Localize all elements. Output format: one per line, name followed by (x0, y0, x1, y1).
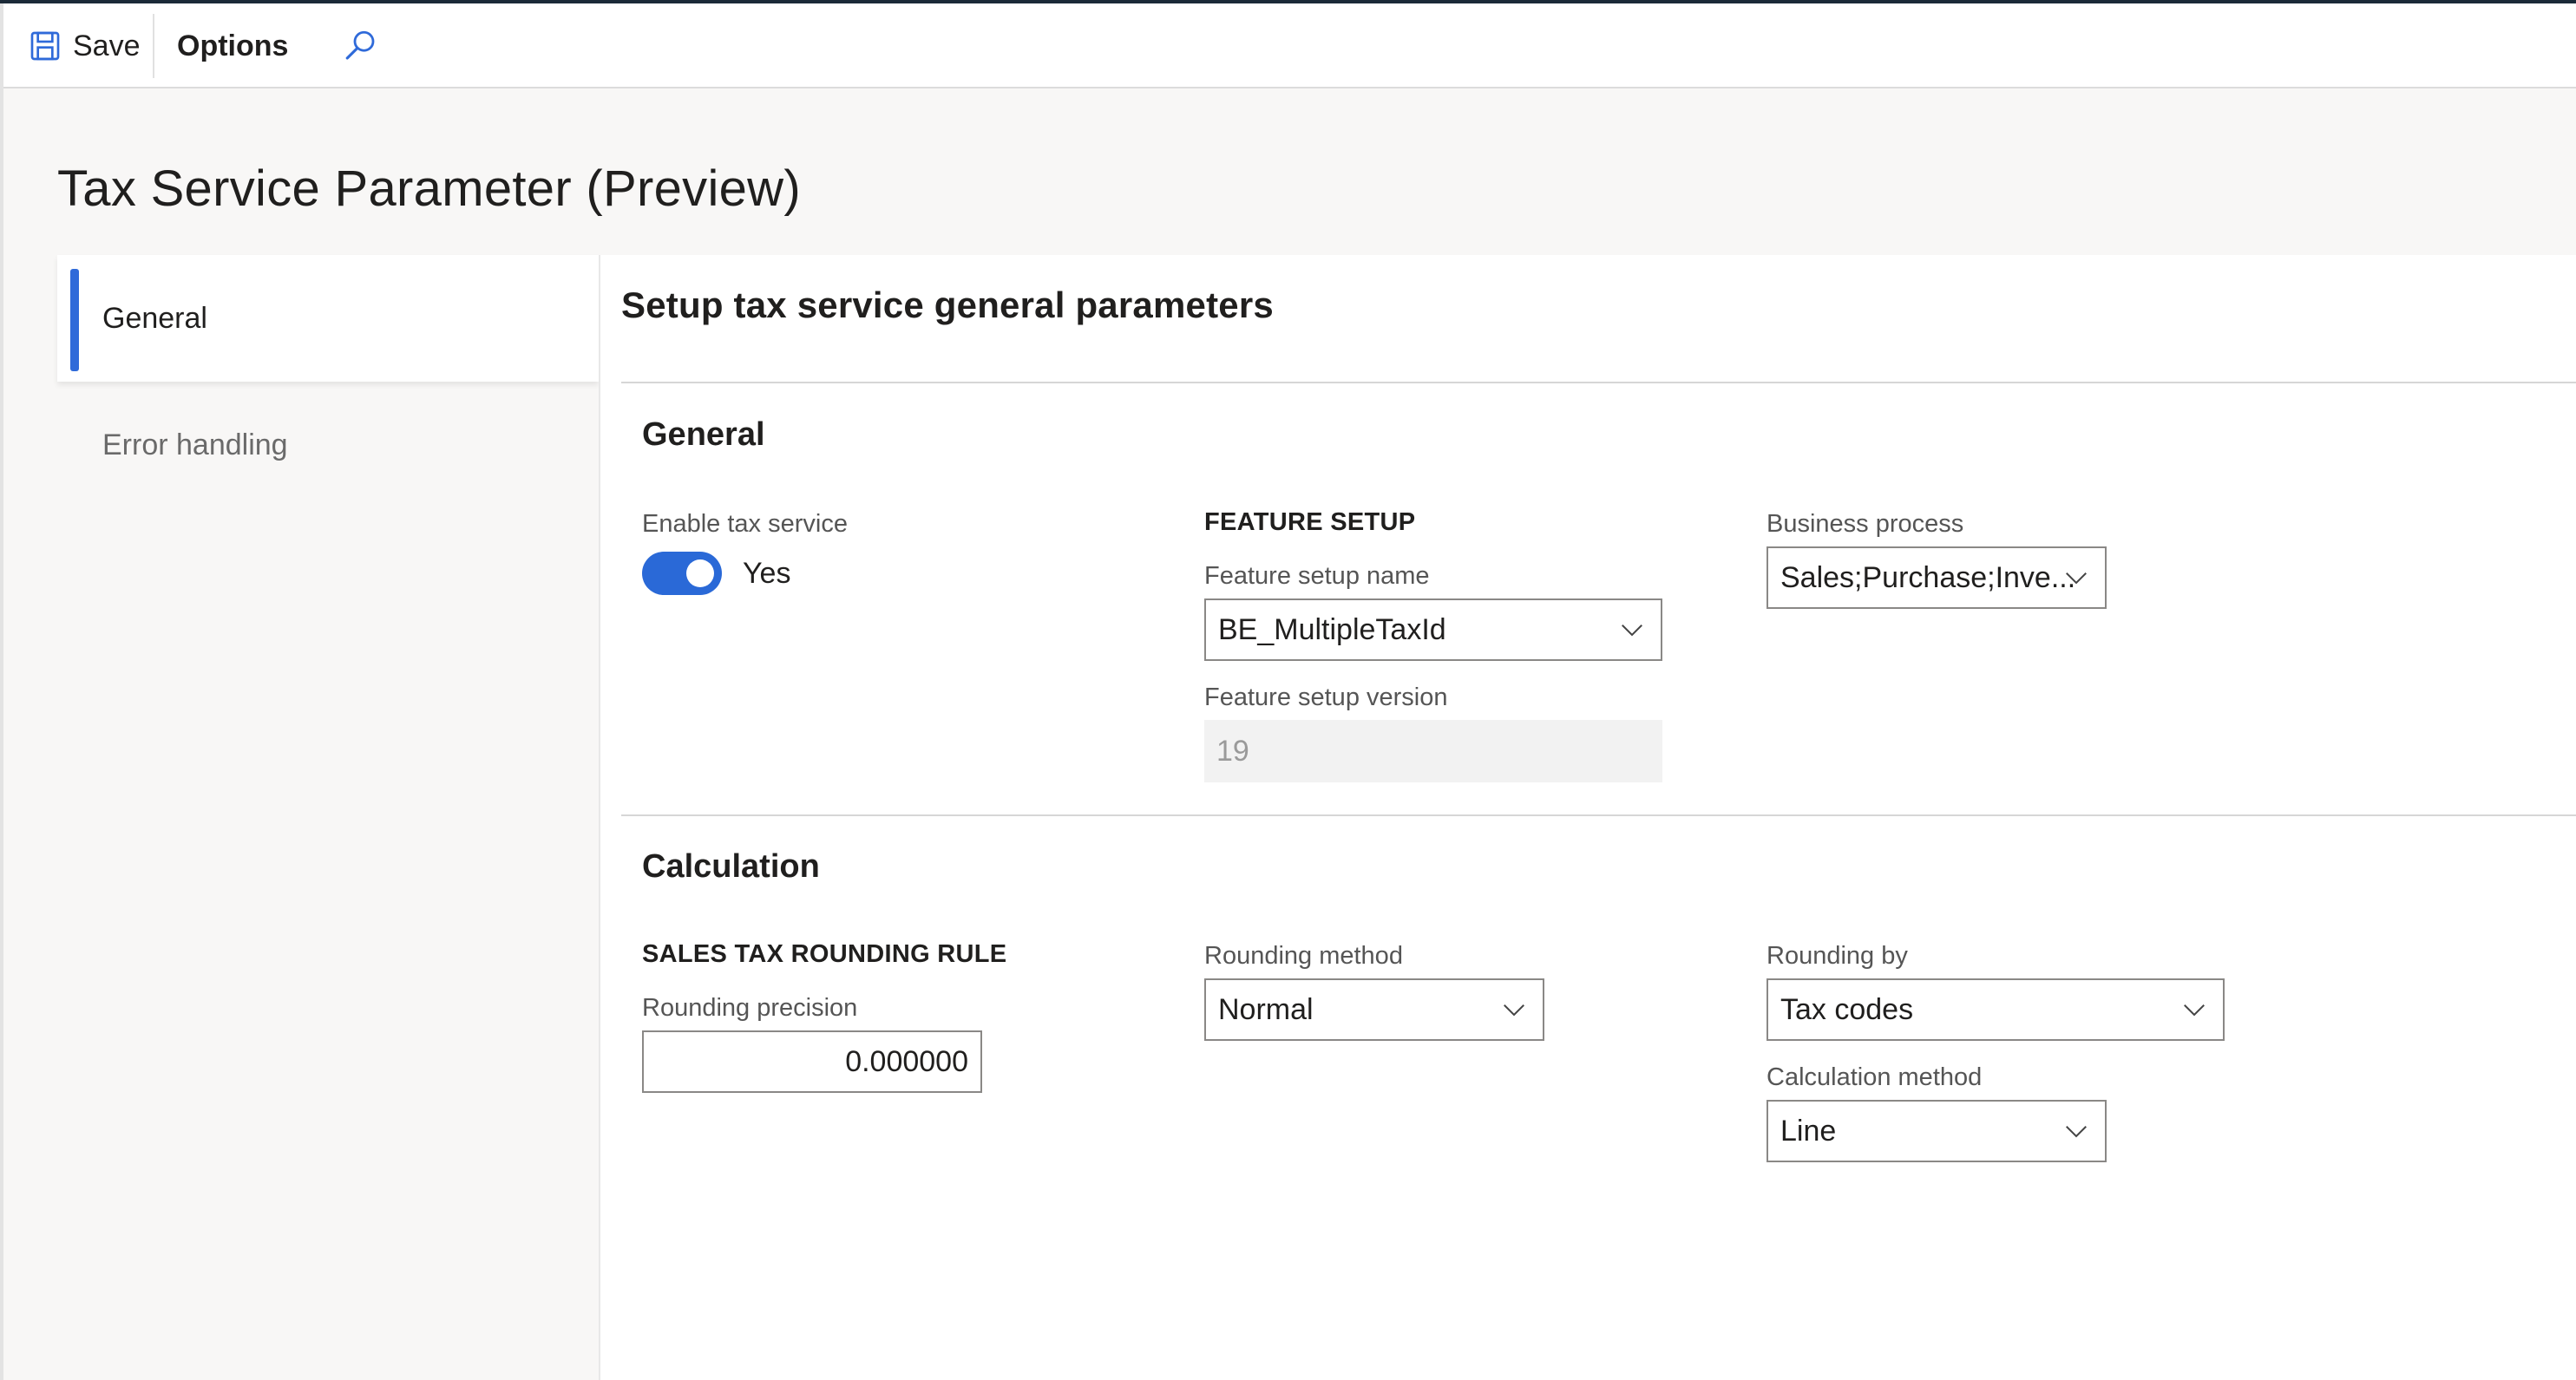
rounding-precision-label: Rounding precision (642, 994, 858, 1022)
options-button[interactable]: Options (177, 3, 288, 88)
feature-setup-name-value: BE_MultipleTaxId (1218, 612, 1446, 646)
enable-tax-service-toggle[interactable] (642, 552, 722, 595)
business-process-value: Sales;Purchase;Inve... (1780, 560, 2076, 594)
vertical-tab-list: General Error handling (57, 255, 599, 1380)
rounding-by-value: Tax codes (1780, 992, 1914, 1026)
tab-general-label: General (102, 301, 207, 335)
sales-tax-rounding-rule-group-label: SALES TAX ROUNDING RULE (642, 940, 1007, 968)
business-process-label: Business process (1766, 510, 1964, 538)
section-divider (621, 814, 2576, 816)
rounding-method-dropdown[interactable]: Normal (1204, 978, 1544, 1041)
feature-setup-version-value: 19 (1216, 734, 1249, 768)
feature-setup-version-field: 19 (1204, 720, 1662, 782)
save-button[interactable]: Save (28, 3, 158, 88)
active-tab-indicator (70, 269, 79, 371)
chevron-down-icon (2184, 1004, 2205, 1017)
chevron-down-icon (1504, 1004, 1524, 1017)
save-icon (30, 31, 60, 61)
section-divider (621, 382, 2576, 383)
tab-error-handling-label: Error handling (102, 428, 288, 461)
tab-general[interactable]: General (57, 255, 599, 382)
feature-setup-name-dropdown[interactable]: BE_MultipleTaxId (1204, 598, 1662, 661)
save-button-label: Save (73, 29, 141, 62)
chevron-down-icon (1622, 625, 1642, 637)
toggle-knob (686, 559, 714, 587)
content-subtitle: Setup tax service general parameters (621, 285, 1274, 325)
feature-setup-group-label: FEATURE SETUP (1204, 508, 1416, 536)
calculation-method-label: Calculation method (1766, 1063, 1983, 1091)
search-icon (345, 30, 375, 60)
feature-setup-version-label: Feature setup version (1204, 683, 1448, 711)
calculation-method-value: Line (1780, 1114, 1837, 1148)
section-title-general: General (642, 416, 765, 453)
section-title-calculation: Calculation (642, 848, 820, 885)
rounding-method-value: Normal (1218, 992, 1314, 1026)
page-title: Tax Service Parameter (Preview) (57, 160, 801, 217)
rounding-by-label: Rounding by (1766, 942, 1908, 970)
calculation-method-dropdown[interactable]: Line (1766, 1100, 2107, 1162)
rounding-method-label: Rounding method (1204, 942, 1403, 970)
enable-tax-service-value: Yes (743, 557, 791, 590)
search-button[interactable] (340, 3, 382, 88)
left-edge-line (0, 3, 3, 1380)
chevron-down-icon (2066, 1126, 2087, 1138)
action-pane: Save Options (3, 3, 2576, 88)
rounding-by-dropdown[interactable]: Tax codes (1766, 978, 2225, 1041)
business-process-dropdown[interactable]: Sales;Purchase;Inve... (1766, 546, 2107, 609)
tab-content-panel: Setup tax service general parameters Gen… (599, 255, 2576, 1380)
toolbar-divider (153, 14, 154, 78)
tab-error-handling[interactable]: Error handling (57, 382, 599, 508)
rounding-precision-input[interactable]: 0.000000 (642, 1030, 982, 1093)
chevron-down-icon (2066, 572, 2087, 585)
rounding-precision-value: 0.000000 (845, 1044, 968, 1078)
enable-tax-service-label: Enable tax service (642, 510, 848, 538)
feature-setup-name-label: Feature setup name (1204, 562, 1430, 590)
options-button-label: Options (177, 29, 289, 62)
